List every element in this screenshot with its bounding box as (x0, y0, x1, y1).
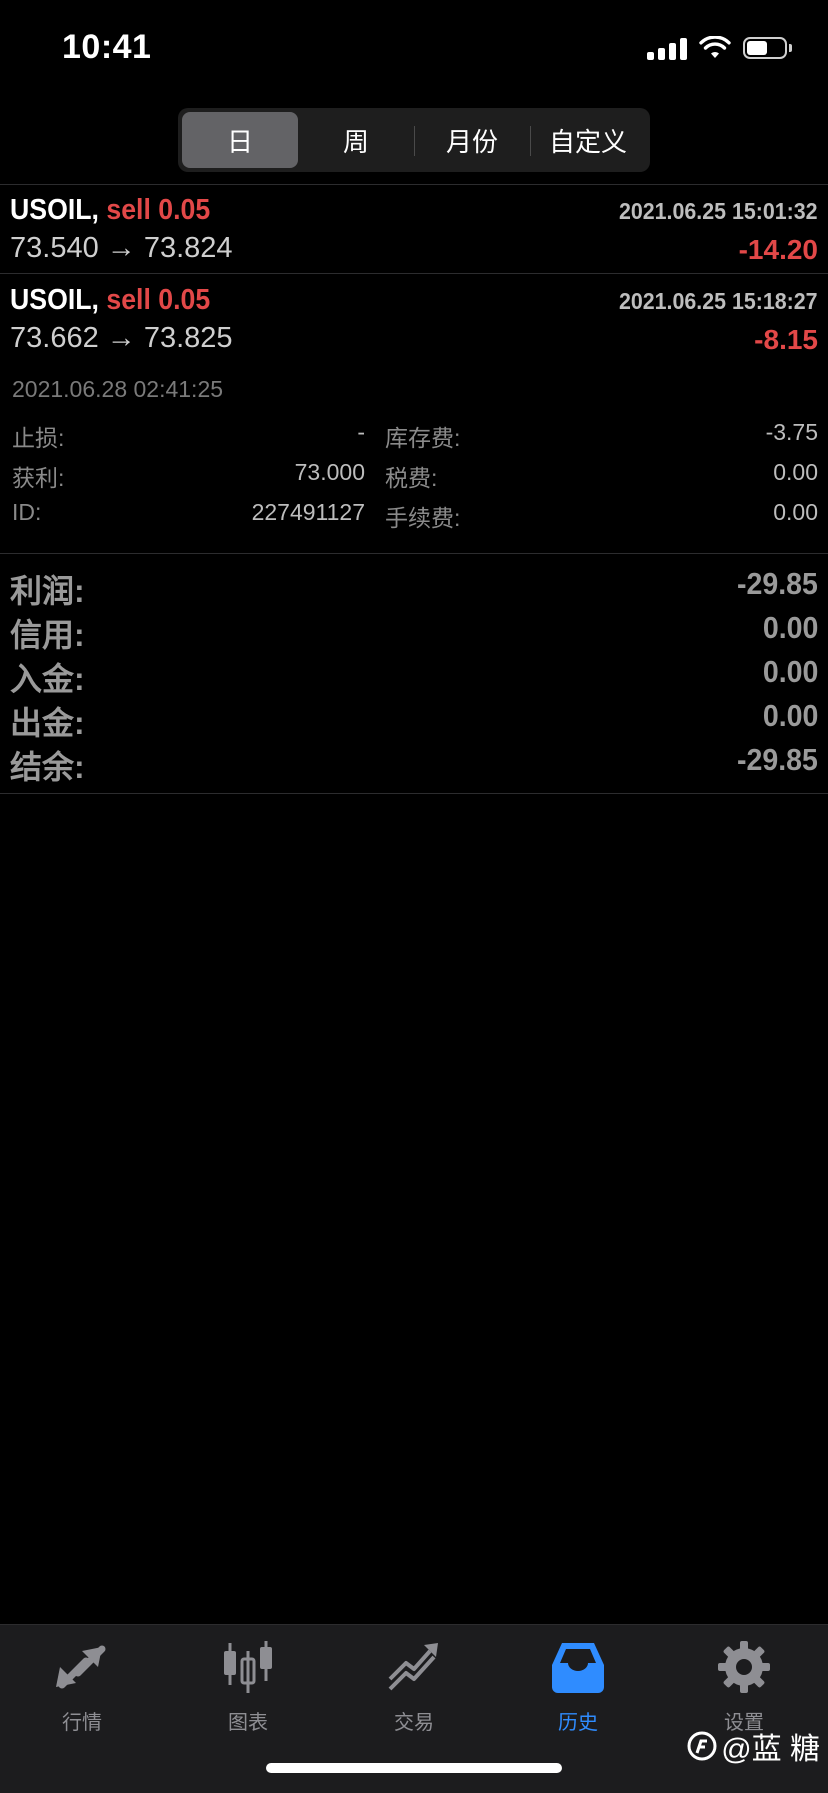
summary-row-withdrawal: 出金: 0.00 (0, 698, 828, 742)
summary-value: 0.00 (762, 654, 818, 689)
tab-charts[interactable]: 图表 (188, 1637, 308, 1735)
take-profit-label: 获利: (12, 465, 65, 491)
stop-loss-label: 止损: (12, 425, 65, 451)
gear-icon (718, 1641, 770, 1693)
id-label: ID: (12, 499, 42, 525)
id-value: 227491127 (251, 499, 365, 525)
tab-label: 交易 (394, 1712, 434, 1734)
home-indicator[interactable] (266, 1763, 562, 1773)
summary-label: 出金: (10, 705, 85, 741)
summary-label: 结余: (10, 749, 85, 785)
deal-row[interactable]: USOIL, sell 0.05 2021.06.25 15:01:32 73.… (0, 186, 828, 272)
summary-label: 信用: (10, 617, 85, 653)
deal-title: USOIL, sell 0.05 (10, 284, 210, 317)
watermark: @蓝 糖 (687, 1724, 820, 1768)
tab-quotes[interactable]: 行情 (22, 1637, 142, 1735)
commission-label: 手续费: (385, 505, 461, 531)
deal-title: USOIL, sell 0.05 (10, 194, 210, 227)
summary-row-credit: 信用: 0.00 (0, 610, 828, 654)
deal-side: sell 0.05 (106, 194, 211, 226)
tab-label: 历史 (558, 1712, 598, 1734)
segment-day[interactable]: 日 (182, 112, 298, 168)
weibo-logo-icon (687, 1731, 717, 1761)
divider (0, 184, 828, 185)
status-icons (647, 36, 792, 60)
status-time: 10:41 (62, 28, 152, 66)
summary-row-deposit: 入金: 0.00 (0, 654, 828, 698)
status-bar: 10:41 (0, 0, 828, 100)
swap-label: 库存费: (385, 425, 461, 451)
wifi-icon (699, 36, 731, 58)
summary-value: -29.85 (737, 566, 818, 601)
divider (0, 273, 828, 274)
battery-icon (743, 37, 792, 59)
segment-month[interactable]: 月份 (414, 112, 530, 168)
detail-row: 止损: - 库存费: -3.75 (0, 419, 828, 459)
deal-symbol: USOIL, (10, 284, 99, 316)
candlestick-chart-icon (224, 1641, 272, 1693)
deal-profit: -14.20 (738, 234, 818, 265)
detail-row: 获利: 73.000 税费: 0.00 (0, 459, 828, 499)
watermark-text: @蓝 糖 (721, 1733, 820, 1766)
tab-label: 图表 (228, 1712, 268, 1734)
deal-row[interactable]: USOIL, sell 0.05 2021.06.25 15:18:27 73.… (0, 276, 828, 366)
tab-trade[interactable]: 交易 (354, 1637, 474, 1735)
deal-prices: 73.540 → 73.824 (10, 232, 233, 264)
segment-week[interactable]: 周 (298, 112, 414, 168)
tab-history[interactable]: 历史 (518, 1637, 638, 1735)
cellular-signal-icon (647, 36, 687, 60)
summary-value: -29.85 (737, 742, 818, 777)
commission-value: 0.00 (773, 499, 818, 525)
summary-value: 0.00 (762, 698, 818, 733)
divider (0, 793, 828, 794)
period-segmented-control: 日 周 月份 自定义 (178, 108, 650, 172)
quotes-arrows-icon (56, 1645, 106, 1689)
tax-value: 0.00 (773, 459, 818, 485)
summary-row-balance: 结余: -29.85 (0, 742, 828, 786)
deal-datetime: 2021.06.25 15:01:32 (619, 198, 818, 224)
take-profit-value: 73.000 (294, 459, 365, 485)
swap-value: -3.75 (765, 419, 818, 445)
tax-label: 税费: (385, 465, 438, 491)
summary-label: 利润: (10, 573, 85, 609)
deal-profit: -8.15 (754, 324, 818, 355)
deal-prices: 73.662 → 73.825 (10, 322, 233, 354)
segment-custom[interactable]: 自定义 (530, 112, 646, 168)
history-inbox-icon (552, 1643, 604, 1693)
tab-settings[interactable]: 设置 (684, 1637, 804, 1735)
deal-symbol: USOIL, (10, 194, 99, 226)
summary-value: 0.00 (762, 610, 818, 645)
stop-loss-value: - (357, 419, 365, 445)
summary-label: 入金: (10, 661, 85, 697)
detail-row: ID: 227491127 手续费: 0.00 (0, 499, 828, 539)
deal-close-datetime: 2021.06.28 02:41:25 (12, 376, 224, 402)
divider (0, 553, 828, 554)
deal-datetime: 2021.06.25 15:18:27 (619, 288, 818, 314)
tab-label: 行情 (62, 1712, 102, 1734)
summary-row-profit: 利润: -29.85 (0, 566, 828, 610)
deal-side: sell 0.05 (106, 284, 211, 316)
trade-trend-icon (388, 1643, 438, 1691)
